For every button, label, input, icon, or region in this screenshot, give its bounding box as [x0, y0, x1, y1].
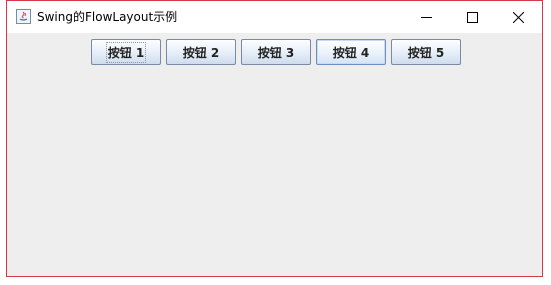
minimize-icon — [421, 17, 432, 18]
java-app-icon — [16, 9, 31, 24]
button-3[interactable]: 按钮 3 — [241, 39, 311, 65]
button-5[interactable]: 按钮 5 — [391, 39, 461, 65]
minimize-button[interactable] — [403, 1, 449, 33]
close-button[interactable] — [495, 1, 541, 33]
button-5-label: 按钮 5 — [407, 45, 445, 60]
close-icon — [513, 12, 524, 23]
content-pane: 按钮 1 按钮 2 按钮 3 按钮 4 按钮 5 — [7, 33, 542, 276]
button-1-label: 按钮 1 — [105, 41, 147, 63]
button-1[interactable]: 按钮 1 — [91, 39, 161, 65]
button-4[interactable]: 按钮 4 — [316, 39, 386, 65]
title-bar[interactable]: Swing的FlowLayout示例 — [7, 1, 542, 33]
window-title: Swing的FlowLayout示例 — [37, 10, 178, 24]
button-2[interactable]: 按钮 2 — [166, 39, 236, 65]
button-4-label: 按钮 4 — [332, 45, 370, 60]
button-2-label: 按钮 2 — [182, 45, 220, 60]
button-3-label: 按钮 3 — [257, 45, 295, 60]
flow-layout-panel: 按钮 1 按钮 2 按钮 3 按钮 4 按钮 5 — [91, 39, 461, 65]
maximize-icon — [467, 12, 478, 23]
maximize-button[interactable] — [449, 1, 495, 33]
app-window: Swing的FlowLayout示例 按钮 1 按钮 2 按钮 3 按钮 4 按… — [6, 0, 543, 277]
